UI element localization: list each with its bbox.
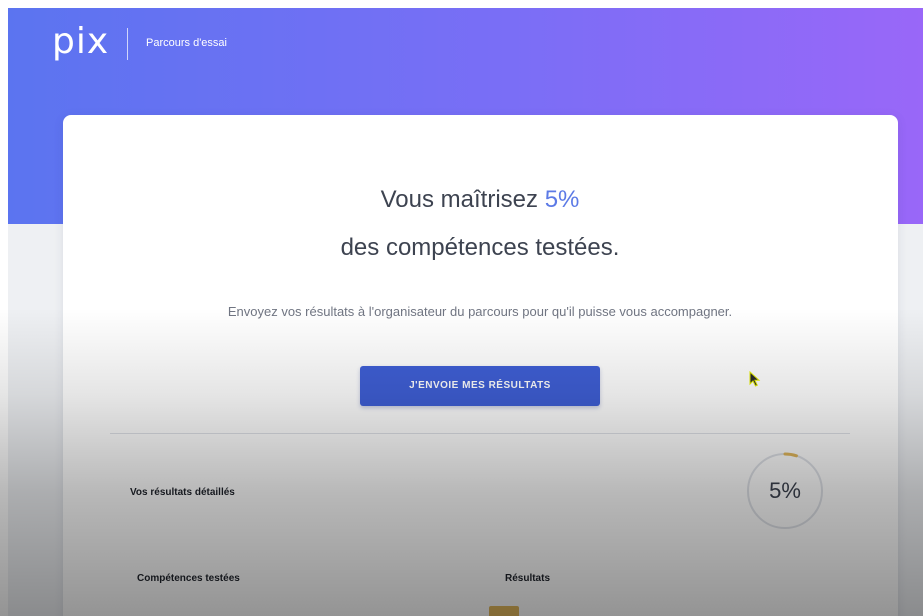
pix-logo[interactable]: pix bbox=[52, 20, 109, 64]
send-results-button[interactable]: J'ENVOIE MES RÉSULTATS bbox=[360, 366, 600, 406]
left-edge bbox=[0, 8, 8, 616]
mastery-headline: Vous maîtrisez 5% bbox=[0, 186, 923, 214]
send-results-description: Envoyez vos résultats à l'organisateur d… bbox=[227, 304, 733, 319]
mastery-percent: 5% bbox=[544, 186, 580, 213]
results-page: pix Parcours d'essai Vous maîtrisez 5% d… bbox=[0, 0, 923, 616]
mastery-headline-prefix: Vous maîtrisez bbox=[380, 186, 545, 213]
mouse-pointer-icon bbox=[749, 371, 761, 387]
top-strip bbox=[0, 0, 923, 8]
score-percent: 5% bbox=[769, 478, 801, 503]
course-title: Parcours d'essai bbox=[146, 37, 227, 49]
column-header-skills: Compétences testées bbox=[137, 573, 240, 584]
logo-divider bbox=[127, 28, 128, 60]
mastery-headline-line2: des compétences testées. bbox=[340, 234, 620, 261]
result-level-badge bbox=[489, 606, 519, 616]
column-header-results: Résultats bbox=[505, 573, 551, 584]
detailed-results-title: Vos résultats détaillés bbox=[130, 487, 235, 498]
section-divider bbox=[110, 433, 850, 434]
